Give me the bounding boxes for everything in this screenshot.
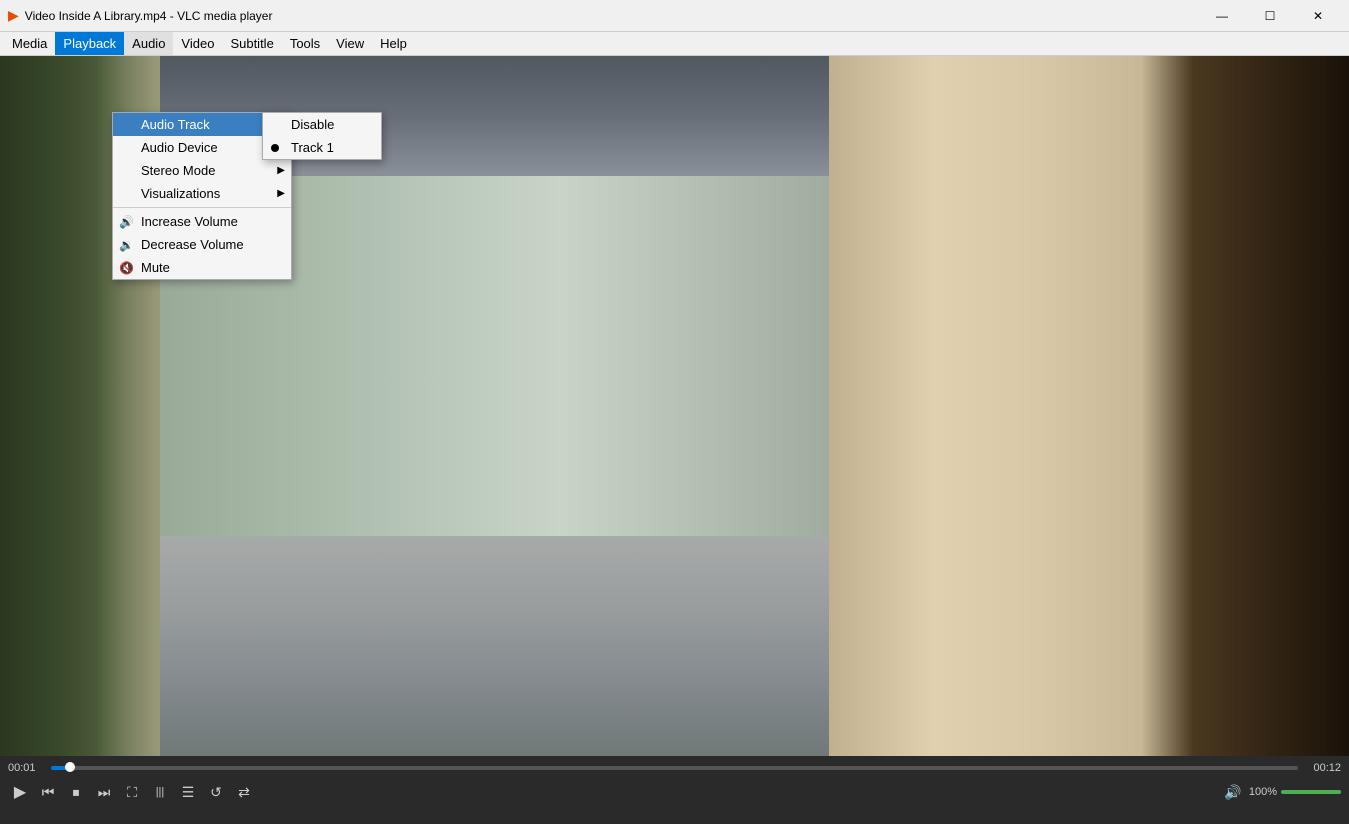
disable-track-item[interactable]: Disable: [263, 113, 381, 136]
menu-tools[interactable]: Tools: [282, 32, 328, 55]
fullscreen-button[interactable]: ⛶: [120, 780, 144, 804]
floor-area: [160, 536, 829, 756]
close-button[interactable]: ✕: [1295, 0, 1341, 32]
track1-item[interactable]: Track 1: [263, 136, 381, 159]
play-button[interactable]: ▶: [8, 780, 32, 804]
playlist-button[interactable]: ☰: [176, 780, 200, 804]
speaker-up-icon: 🔊: [119, 215, 134, 229]
audio-track-label: Audio Track: [141, 117, 210, 132]
visualizations-arrow-icon: ▶: [277, 188, 285, 199]
menu-view[interactable]: View: [328, 32, 372, 55]
volume-bar[interactable]: [1281, 790, 1341, 794]
progress-bar[interactable]: [51, 766, 1298, 770]
stereo-mode-label: Stereo Mode: [141, 163, 215, 178]
progress-container: 00:01 00:12: [8, 760, 1341, 776]
audio-device-label: Audio Device: [141, 140, 218, 155]
menu-playback[interactable]: Playback: [55, 32, 124, 55]
progress-handle[interactable]: [65, 762, 75, 772]
stop-button[interactable]: ⏹: [64, 780, 88, 804]
menu-separator: [113, 207, 291, 208]
random-button[interactable]: ⇄: [232, 780, 256, 804]
volume-container: 🔊 100%: [1221, 780, 1341, 804]
time-total: 00:12: [1306, 762, 1341, 774]
track1-label: Track 1: [291, 140, 334, 155]
menu-help[interactable]: Help: [372, 32, 415, 55]
decrease-volume-item[interactable]: 🔉 Decrease Volume: [113, 233, 291, 256]
minimize-button[interactable]: —: [1199, 0, 1245, 32]
prev-button[interactable]: ⏮: [36, 780, 60, 804]
time-current: 00:01: [8, 762, 43, 774]
titlebar: ▶ Video Inside A Library.mp4 - VLC media…: [0, 0, 1349, 32]
mute-icon: 🔇: [119, 261, 134, 275]
titlebar-controls: — ☐ ✕: [1199, 0, 1341, 32]
loop-button[interactable]: ↺: [204, 780, 228, 804]
playback-controls: ▶ ⏮ ⏹ ⏭ ⛶ ||| ☰ ↺ ⇄ 🔊 100%: [8, 780, 1341, 804]
menu-video[interactable]: Video: [173, 32, 222, 55]
increase-volume-item[interactable]: 🔊 Increase Volume: [113, 210, 291, 233]
extended-button[interactable]: |||: [148, 780, 172, 804]
next-button[interactable]: ⏭: [92, 780, 116, 804]
video-area: Audio Track ▶ Audio Device ▶ Stereo Mode…: [0, 56, 1349, 756]
stereo-mode-arrow-icon: ▶: [277, 165, 285, 176]
visualizations-item[interactable]: Visualizations ▶: [113, 182, 291, 205]
app-icon: ▶: [8, 7, 19, 24]
speaker-down-icon: 🔉: [119, 238, 134, 252]
menu-media[interactable]: Media: [4, 32, 55, 55]
visualizations-label: Visualizations: [141, 186, 220, 201]
mute-item[interactable]: 🔇 Mute: [113, 256, 291, 279]
increase-volume-label: Increase Volume: [141, 214, 238, 229]
volume-icon-button[interactable]: 🔊: [1221, 780, 1245, 804]
window-title: Video Inside A Library.mp4 - VLC media p…: [25, 9, 1199, 23]
decrease-volume-label: Decrease Volume: [141, 237, 244, 252]
maximize-button[interactable]: ☐: [1247, 0, 1293, 32]
mute-label: Mute: [141, 260, 170, 275]
menubar: Media Playback Audio Video Subtitle Tool…: [0, 32, 1349, 56]
audio-track-submenu: Disable Track 1: [262, 112, 382, 160]
controls-bar: 00:01 00:12 ▶ ⏮ ⏹ ⏭ ⛶ ||| ☰ ↺ ⇄ 🔊 100%: [0, 756, 1349, 824]
bookshelf-area: [829, 56, 1349, 756]
volume-label: 100%: [1249, 786, 1277, 798]
disable-track-label: Disable: [291, 117, 334, 132]
track1-selected-icon: [271, 144, 279, 152]
menu-audio[interactable]: Audio: [124, 32, 173, 55]
stereo-mode-item[interactable]: Stereo Mode ▶: [113, 159, 291, 182]
menu-subtitle[interactable]: Subtitle: [222, 32, 281, 55]
volume-fill: [1281, 790, 1341, 794]
